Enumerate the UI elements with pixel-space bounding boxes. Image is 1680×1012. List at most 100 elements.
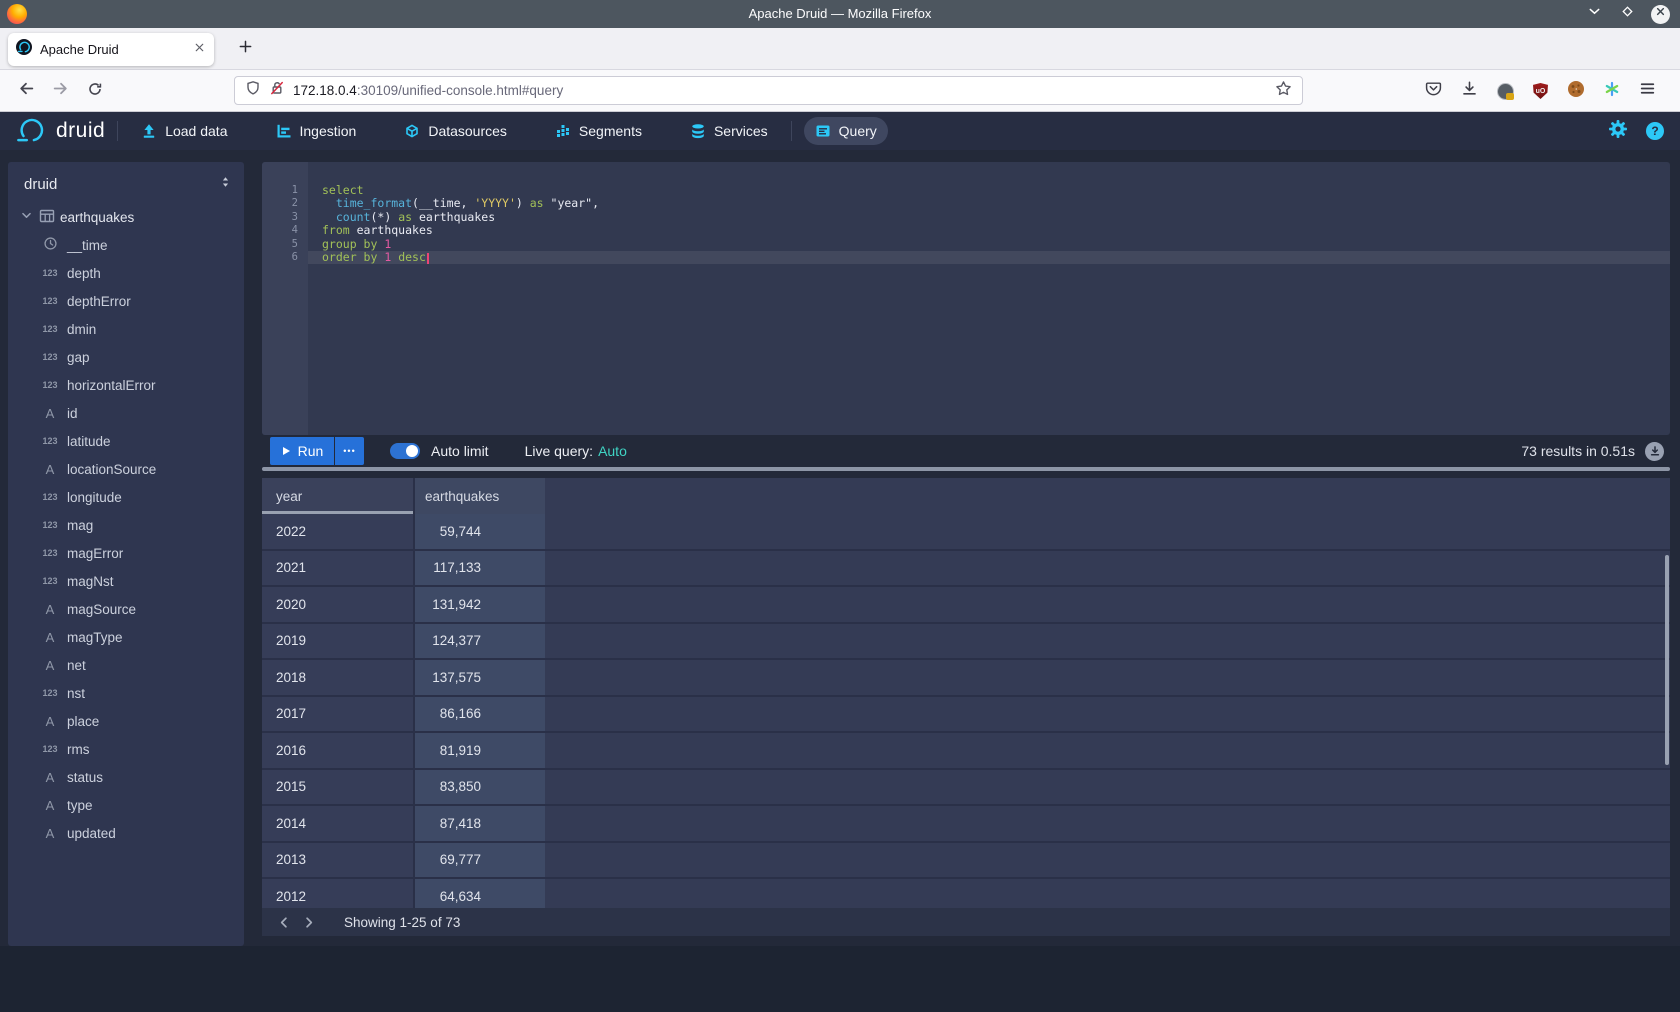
ublock-origin-icon[interactable]: uO — [1533, 83, 1548, 99]
column-item-status[interactable]: Astatus — [8, 763, 244, 791]
next-page-button[interactable] — [296, 910, 320, 934]
table-row[interactable]: 201786,166 — [262, 697, 1670, 734]
bookmark-star-icon[interactable] — [1275, 80, 1292, 102]
back-button[interactable] — [14, 79, 38, 103]
menu-hamburger-icon[interactable] — [1639, 80, 1656, 102]
column-header-earthquakes[interactable]: earthquakes — [415, 478, 545, 514]
nav-item-query[interactable]: Query — [804, 117, 888, 145]
pocket-icon[interactable] — [1425, 80, 1442, 102]
cell-year[interactable]: 2012 — [262, 879, 415, 908]
column-item-id[interactable]: Aid — [8, 399, 244, 427]
column-item-magNst[interactable]: 123magNst — [8, 567, 244, 595]
table-row[interactable]: 2019124,377 — [262, 624, 1670, 661]
download-icon[interactable] — [1461, 80, 1478, 102]
column-item-dmin[interactable]: 123dmin — [8, 315, 244, 343]
nav-item-services[interactable]: Services — [679, 117, 779, 145]
cell-earthquakes[interactable]: 137,575 — [415, 660, 545, 697]
table-row[interactable]: 201369,777 — [262, 843, 1670, 880]
download-results-button[interactable] — [1645, 442, 1664, 461]
cell-year[interactable]: 2019 — [262, 624, 415, 661]
shield-icon[interactable] — [245, 80, 261, 101]
cell-earthquakes[interactable]: 87,418 — [415, 806, 545, 843]
column-item-magError[interactable]: 123magError — [8, 539, 244, 567]
horizontal-scrollbar-thumb[interactable] — [262, 467, 1670, 471]
cell-year[interactable]: 2018 — [262, 660, 415, 697]
minimize-button[interactable] — [1585, 5, 1604, 24]
lock-broken-icon[interactable] — [269, 80, 285, 101]
sql-editor[interactable]: 123456 select time_format(__time, 'YYYY'… — [262, 162, 1670, 435]
column-item-horizontalError[interactable]: 123horizontalError — [8, 371, 244, 399]
tab-close-icon[interactable] — [193, 41, 206, 59]
close-window-button[interactable] — [1651, 5, 1670, 24]
column-item-nst[interactable]: 123nst — [8, 679, 244, 707]
vertical-scrollbar-thumb[interactable] — [1665, 555, 1669, 765]
new-tab-button[interactable] — [232, 36, 258, 62]
cell-year[interactable]: 2021 — [262, 551, 415, 588]
horizontal-scrollbar[interactable] — [262, 467, 1670, 472]
druid-logo[interactable]: druid — [16, 114, 105, 149]
table-row[interactable]: 202259,744 — [262, 514, 1670, 551]
cell-earthquakes[interactable]: 131,942 — [415, 587, 545, 624]
table-row[interactable]: 2021117,133 — [262, 551, 1670, 588]
column-item-mag[interactable]: 123mag — [8, 511, 244, 539]
table-row[interactable]: 201264,634 — [262, 879, 1670, 908]
url-text[interactable]: 172.18.0.4:30109/unified-console.html#qu… — [293, 83, 1267, 98]
table-row[interactable]: 2020131,942 — [262, 587, 1670, 624]
cookie-extension-icon[interactable] — [1567, 80, 1585, 103]
browser-tab-apache-druid[interactable]: Apache Druid — [8, 33, 214, 66]
cell-year[interactable]: 2015 — [262, 770, 415, 807]
column-item-gap[interactable]: 123gap — [8, 343, 244, 371]
auto-limit-toggle[interactable] — [390, 443, 420, 459]
column-item-magSource[interactable]: AmagSource — [8, 595, 244, 623]
settings-gear-icon[interactable] — [1608, 119, 1628, 144]
privacy-extension-icon[interactable] — [1497, 83, 1514, 100]
run-button[interactable]: Run — [270, 437, 334, 465]
column-item-depth[interactable]: 123depth — [8, 259, 244, 287]
url-bar[interactable]: 172.18.0.4:30109/unified-console.html#qu… — [234, 76, 1303, 105]
help-icon[interactable]: ? — [1646, 122, 1664, 140]
table-row[interactable]: 201487,418 — [262, 806, 1670, 843]
maximize-button[interactable] — [1618, 5, 1637, 24]
cell-year[interactable]: 2014 — [262, 806, 415, 843]
table-row[interactable]: 2018137,575 — [262, 660, 1670, 697]
column-item-place[interactable]: Aplace — [8, 707, 244, 735]
nav-item-load-data[interactable]: Load data — [130, 117, 238, 145]
forward-button[interactable] — [48, 79, 72, 103]
reload-button[interactable] — [83, 79, 107, 103]
cell-year[interactable]: 2017 — [262, 697, 415, 734]
sort-double-caret-icon[interactable] — [219, 175, 232, 194]
column-item-rms[interactable]: 123rms — [8, 735, 244, 763]
cell-year[interactable]: 2022 — [262, 514, 415, 551]
sidebar-item-earthquakes[interactable]: earthquakes — [8, 203, 244, 231]
containers-extension-icon[interactable] — [1604, 81, 1620, 102]
cell-earthquakes[interactable]: 83,850 — [415, 770, 545, 807]
cell-year[interactable]: 2020 — [262, 587, 415, 624]
column-header-year[interactable]: year — [262, 478, 415, 514]
chevron-down-icon[interactable] — [19, 208, 34, 226]
cell-earthquakes[interactable]: 64,634 — [415, 879, 545, 908]
table-row[interactable]: 201583,850 — [262, 770, 1670, 807]
cell-earthquakes[interactable]: 117,133 — [415, 551, 545, 588]
cell-earthquakes[interactable]: 81,919 — [415, 733, 545, 770]
nav-item-segments[interactable]: Segments — [544, 117, 653, 145]
column-item-locationSource[interactable]: AlocationSource — [8, 455, 244, 483]
column-item-type[interactable]: Atype — [8, 791, 244, 819]
column-item-net[interactable]: Anet — [8, 651, 244, 679]
prev-page-button[interactable] — [272, 910, 296, 934]
column-item-latitude[interactable]: 123latitude — [8, 427, 244, 455]
live-query-control[interactable]: Live query: Auto — [525, 443, 627, 459]
cell-earthquakes[interactable]: 69,777 — [415, 843, 545, 880]
cell-earthquakes[interactable]: 59,744 — [415, 514, 545, 551]
nav-item-ingestion[interactable]: Ingestion — [265, 117, 368, 145]
nav-item-datasources[interactable]: Datasources — [393, 117, 518, 145]
cell-year[interactable]: 2016 — [262, 733, 415, 770]
column-item-depthError[interactable]: 123depthError — [8, 287, 244, 315]
cell-year[interactable]: 2013 — [262, 843, 415, 880]
run-more-button[interactable]: ••• — [335, 437, 364, 465]
column-item-longitude[interactable]: 123longitude — [8, 483, 244, 511]
cell-earthquakes[interactable]: 86,166 — [415, 697, 545, 734]
column-item-__time[interactable]: __time — [8, 231, 244, 259]
cell-earthquakes[interactable]: 124,377 — [415, 624, 545, 661]
column-item-magType[interactable]: AmagType — [8, 623, 244, 651]
column-item-updated[interactable]: Aupdated — [8, 819, 244, 847]
